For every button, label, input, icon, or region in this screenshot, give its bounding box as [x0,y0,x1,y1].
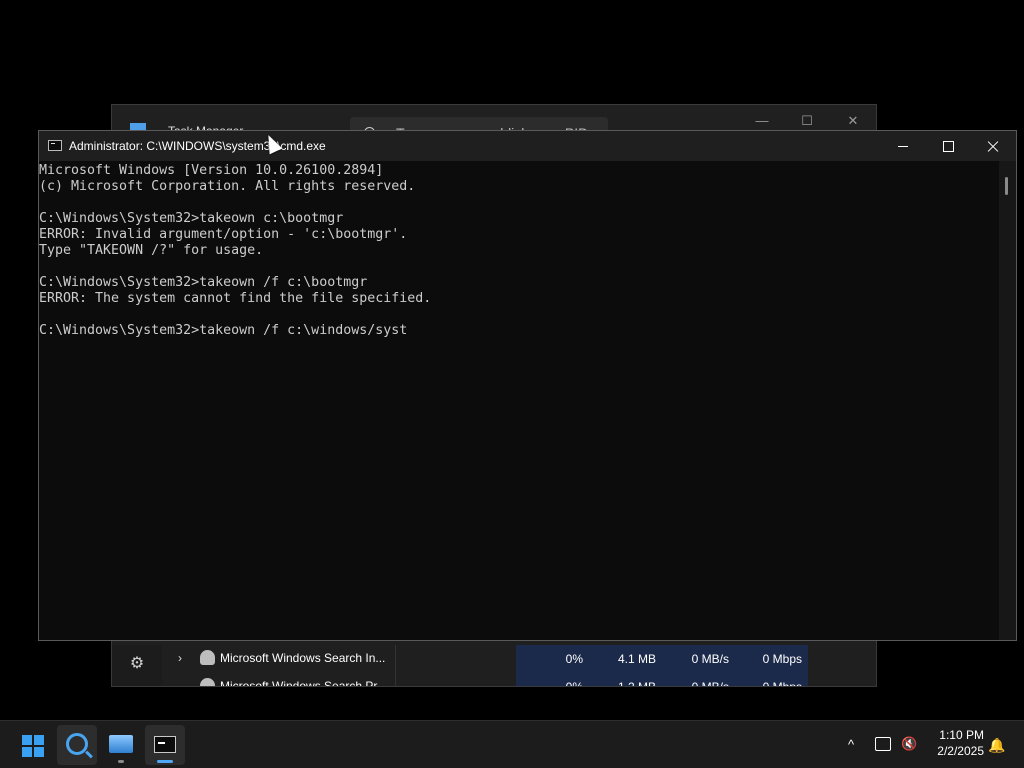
taskbar-search-app[interactable] [57,725,97,765]
cmd-scrollbar[interactable] [999,161,1016,640]
cmd-maximize-button[interactable] [925,131,971,161]
start-button[interactable] [12,725,52,765]
notification-bell-icon[interactable]: 🔔 [988,737,1005,753]
console-line: C:\Windows\System32>takeown c:\bootmgr [39,211,344,226]
console-input-line[interactable]: C:\Windows\System32>takeown /f c:\window… [39,323,1001,339]
cmd-scrollbar-thumb[interactable] [1005,177,1008,195]
task-manager-sidebar: ⚙ [112,645,162,686]
console-line: Type "TAKEOWN /?" for usage. [39,243,264,258]
column-divider [395,645,396,673]
windows-logo-icon [22,735,44,757]
cmd-app-icon[interactable] [48,140,62,151]
cmd-titlebar[interactable]: Administrator: C:\WINDOWS\system32\cmd.e… [39,131,1016,161]
gear-icon[interactable]: ⚙ [128,655,146,673]
running-indicator [118,760,124,763]
process-icon [200,678,215,686]
search-icon [66,733,88,755]
taskbar-task-manager[interactable] [101,725,141,765]
cmd-icon [154,736,176,753]
table-row[interactable]: › Microsoft Windows Search In... 0% 4.1 … [162,645,876,673]
console-line: C:\Windows\System32>takeown /f c:\bootmg… [39,275,368,290]
cpu-cell: 0% [516,645,589,673]
cpu-cell: 0% [516,673,589,686]
system-clock[interactable]: 1:10 PM 2/2/2025 [922,727,984,759]
clock-time: 1:10 PM [939,728,984,742]
console-line: Microsoft Windows [Version 10.0.26100.28… [39,163,384,178]
console-line: ERROR: The system cannot find the file s… [39,291,432,306]
volume-muted-icon[interactable]: 🔇 [901,737,917,751]
taskbar: ^ 🔇 1:10 PM 2/2/2025 🔔 [0,720,1024,768]
process-name: Microsoft Windows Search Pr... [220,679,387,687]
console-output[interactable]: Microsoft Windows [Version 10.0.26100.28… [39,161,1001,640]
cmd-window-title: Administrator: C:\WINDOWS\system32\cmd.e… [69,139,326,153]
expand-chevron-icon[interactable]: › [178,651,182,665]
task-manager-icon [109,735,133,753]
table-row[interactable]: Microsoft Windows Search Pr... 0% 1.2 MB… [162,673,876,687]
memory-cell: 4.1 MB [589,645,662,673]
task-manager-maximize-button[interactable]: ☐ [797,111,817,131]
disk-cell: 0 MB/s [662,645,735,673]
taskbar-cmd[interactable] [145,725,185,765]
cmd-minimize-button[interactable] [880,131,926,161]
cmd-close-button[interactable] [970,131,1016,161]
memory-cell: 1.2 MB [589,673,662,686]
process-icon [200,650,215,665]
column-divider [395,673,396,686]
disk-cell: 0 MB/s [662,673,735,686]
network-cell: 0 Mbps [735,645,808,673]
process-name: Microsoft Windows Search In... [220,651,386,665]
network-cell: 0 Mbps [735,673,808,686]
clock-date: 2/2/2025 [937,744,984,758]
console-line: ERROR: Invalid argument/option - 'c:\boo… [39,227,408,242]
active-indicator [157,760,173,763]
show-hidden-icons-chevron-icon[interactable]: ^ [842,737,860,752]
task-manager-minimize-button[interactable]: — [752,111,772,131]
network-icon[interactable] [875,737,891,751]
cmd-window[interactable]: Administrator: C:\WINDOWS\system32\cmd.e… [38,130,1017,641]
console-line: (c) Microsoft Corporation. All rights re… [39,179,416,194]
task-manager-close-button[interactable]: ✕ [843,111,863,131]
